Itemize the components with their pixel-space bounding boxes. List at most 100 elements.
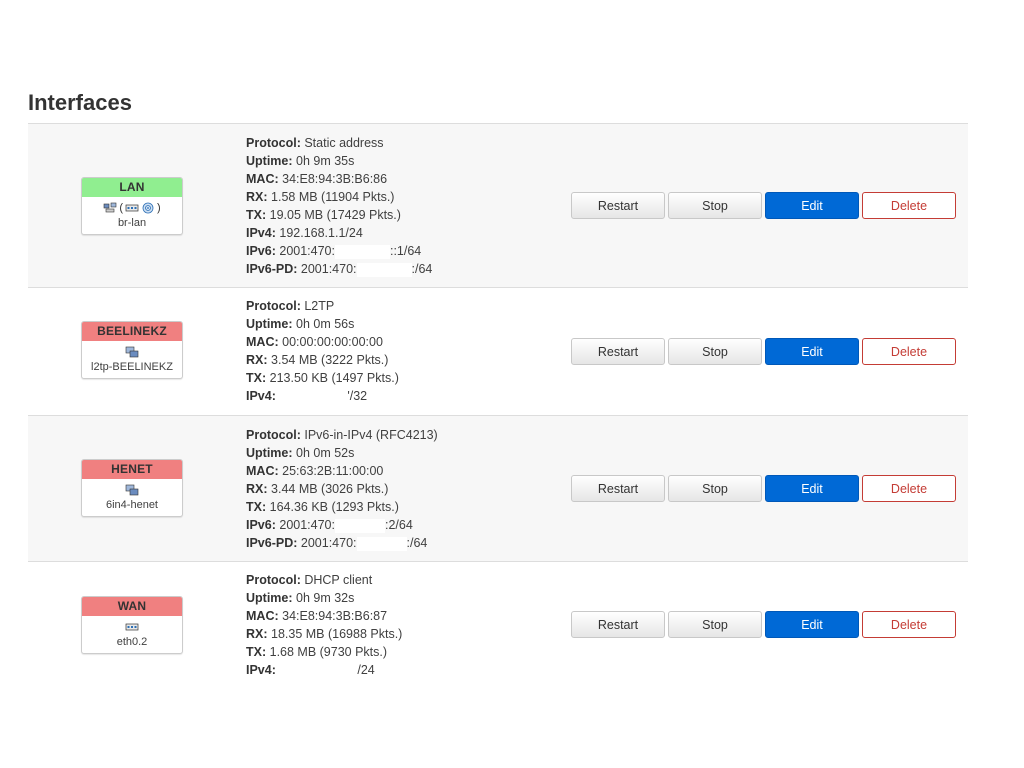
- interface-info: Protocol: L2TP Uptime: 0h 0m 56s MAC: 00…: [246, 297, 399, 405]
- ipv6pd-suffix: :/64: [406, 536, 428, 550]
- restart-button[interactable]: Restart: [571, 338, 665, 365]
- uptime-value: 0h 9m 32s: [296, 591, 355, 605]
- rx-value: 1.58 MB (11904 Pkts.): [271, 190, 395, 204]
- mac-value: 34:E8:94:3B:B6:87: [282, 609, 388, 623]
- ipv6pd-prefix: 2001:470:: [300, 262, 357, 276]
- stop-button[interactable]: Stop: [668, 611, 762, 638]
- interface-actions: Restart Stop Edit Delete: [571, 611, 956, 638]
- ipv6-prefix: 2001:470:: [279, 244, 335, 258]
- ethernet-switch-icon: [125, 204, 139, 212]
- rx-line: RX: 3.44 MB (3026 Pkts.): [246, 480, 438, 498]
- uptime-label: Uptime:: [246, 446, 293, 460]
- rx-value: 3.44 MB (3026 Pkts.): [271, 482, 389, 496]
- interface-name: HENET: [82, 460, 182, 479]
- ipv4-line: IPv4: /24: [246, 661, 402, 679]
- protocol-value: Static address: [304, 136, 384, 150]
- device-icons: ( ): [82, 200, 182, 216]
- mac-label: MAC:: [246, 609, 279, 623]
- stop-button[interactable]: Stop: [668, 475, 762, 502]
- interface-actions: Restart Stop Edit Delete: [571, 475, 956, 502]
- edit-button[interactable]: Edit: [765, 475, 859, 502]
- delete-button[interactable]: Delete: [862, 338, 956, 365]
- rx-value: 18.35 MB (16988 Pkts.): [271, 627, 403, 641]
- uptime-label: Uptime:: [246, 317, 293, 331]
- ipv6-suffix: :2/64: [384, 518, 413, 532]
- rx-line: RX: 3.54 MB (3222 Pkts.): [246, 351, 399, 369]
- protocol-line: Protocol: Static address: [246, 134, 432, 152]
- ethernet-icon: [125, 623, 139, 631]
- ipv6-suffix: ::1/64: [389, 244, 422, 258]
- redacted-mask: [356, 262, 412, 277]
- tunnel-icon: [125, 346, 139, 358]
- paren-open: (: [119, 202, 123, 214]
- interface-badge-henet: HENET 6in4-henet: [81, 459, 183, 517]
- interface-badge-beelinekz: BEELINEKZ l2tp-BEELINEKZ: [81, 321, 183, 379]
- tx-line: TX: 164.36 KB (1293 Pkts.): [246, 498, 438, 516]
- device-name: 6in4-henet: [106, 499, 158, 511]
- ipv6-prefix: 2001:470:: [279, 518, 335, 532]
- mac-line: MAC: 34:E8:94:3B:B6:87: [246, 607, 402, 625]
- redacted-mask: [279, 389, 348, 404]
- delete-button[interactable]: Delete: [862, 192, 956, 219]
- protocol-line: Protocol: L2TP: [246, 297, 399, 315]
- delete-button[interactable]: Delete: [862, 611, 956, 638]
- tx-line: TX: 213.50 KB (1497 Pkts.): [246, 369, 399, 387]
- edit-button[interactable]: Edit: [765, 611, 859, 638]
- ipv6pd-label: IPv6-PD:: [246, 262, 298, 276]
- rx-label: RX:: [246, 190, 268, 204]
- mac-value: 00:00:00:00:00:00: [282, 335, 383, 349]
- redacted-mask: [356, 536, 407, 551]
- rx-line: RX: 18.35 MB (16988 Pkts.): [246, 625, 402, 643]
- interface-actions: Restart Stop Edit Delete: [571, 338, 956, 365]
- uptime-value: 0h 0m 56s: [296, 317, 355, 331]
- mac-line: MAC: 25:63:2B:11:00:00: [246, 462, 438, 480]
- device-name: eth0.2: [116, 636, 148, 648]
- paren-close: ): [157, 202, 161, 214]
- ipv4-label: IPv4:: [246, 389, 276, 403]
- stop-button[interactable]: Stop: [668, 192, 762, 219]
- redacted-mask: [279, 663, 358, 678]
- interface-name: WAN: [82, 597, 182, 616]
- ipv6-label: IPv6:: [246, 244, 276, 258]
- restart-button[interactable]: Restart: [571, 611, 665, 638]
- mac-value: 34:E8:94:3B:B6:86: [282, 172, 388, 186]
- bridge-icon: [104, 202, 117, 213]
- edit-button[interactable]: Edit: [765, 338, 859, 365]
- ipv6pd-suffix: :/64: [411, 262, 433, 276]
- ipv6-line: IPv6: 2001:470::2/64: [246, 516, 438, 534]
- tx-value: 213.50 KB (1497 Pkts.): [269, 371, 399, 385]
- delete-button[interactable]: Delete: [862, 475, 956, 502]
- uptime-line: Uptime: 0h 9m 35s: [246, 152, 432, 170]
- ipv4-label: IPv4:: [246, 663, 276, 677]
- tunnel-icon: [125, 484, 139, 496]
- device-icons: [82, 344, 182, 360]
- ipv6-line: IPv6: 2001:470:::1/64: [246, 242, 432, 260]
- restart-button[interactable]: Restart: [571, 475, 665, 502]
- tx-label: TX:: [246, 371, 267, 385]
- device-icons: [82, 619, 182, 635]
- interface-row-wan: WAN eth0.2 Protocol: DHCP client Uptime:…: [28, 562, 968, 689]
- tx-label: TX:: [246, 645, 267, 659]
- protocol-label: Protocol:: [246, 299, 301, 313]
- ipv4-suffix: '/32: [347, 389, 368, 403]
- mac-line: MAC: 00:00:00:00:00:00: [246, 333, 399, 351]
- protocol-value: IPv6-in-IPv4 (RFC4213): [304, 428, 438, 442]
- mac-label: MAC:: [246, 335, 279, 349]
- redacted-mask: [334, 518, 385, 533]
- tx-value: 19.05 MB (17429 Pkts.): [269, 208, 401, 222]
- tx-value: 1.68 MB (9730 Pkts.): [269, 645, 388, 659]
- interface-row-henet: HENET 6in4-henet Protocol: IPv6-in-IPv4 …: [28, 416, 968, 562]
- ipv6pd-prefix: 2001:470:: [300, 536, 357, 550]
- tx-label: TX:: [246, 500, 267, 514]
- rx-line: RX: 1.58 MB (11904 Pkts.): [246, 188, 432, 206]
- edit-button[interactable]: Edit: [765, 192, 859, 219]
- ipv4-value: 192.168.1.1/24: [279, 226, 363, 240]
- device-name: br-lan: [117, 217, 147, 229]
- restart-button[interactable]: Restart: [571, 192, 665, 219]
- uptime-label: Uptime:: [246, 154, 293, 168]
- protocol-label: Protocol:: [246, 136, 301, 150]
- redacted-mask: [334, 244, 390, 259]
- stop-button[interactable]: Stop: [668, 338, 762, 365]
- mac-line: MAC: 34:E8:94:3B:B6:86: [246, 170, 432, 188]
- interface-row-beelinekz: BEELINEKZ l2tp-BEELINEKZ Protocol: L2TP …: [28, 288, 968, 416]
